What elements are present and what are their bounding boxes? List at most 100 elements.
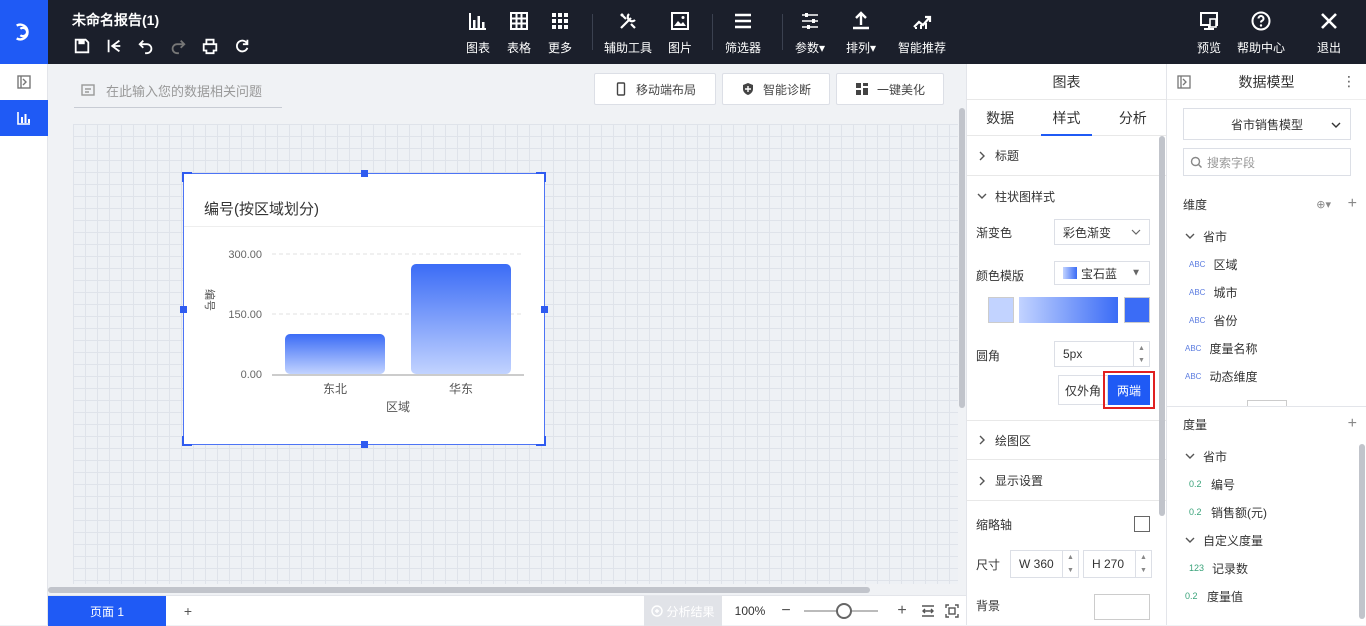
stepper-arrows[interactable]: ▲ ▼ [1135, 551, 1151, 577]
section-title-label: 标题 [995, 149, 1020, 163]
gradient-end-color[interactable] [1124, 297, 1150, 323]
outer-corner-button[interactable]: 仅外角 [1058, 375, 1108, 405]
page-tab[interactable]: 页面 1 [48, 596, 166, 626]
back-to-start-icon[interactable] [102, 36, 126, 56]
stepper-arrows[interactable]: ▲ ▼ [1133, 342, 1149, 366]
app-logo[interactable] [0, 0, 48, 64]
field-item[interactable]: 0.2 编号 [1189, 470, 1235, 498]
field-item[interactable]: ABC 城市 [1189, 278, 1237, 306]
globe-icon[interactable]: ⊕▾ [1316, 198, 1331, 211]
scroll-thumb[interactable] [959, 108, 965, 408]
chart-widget[interactable]: 编号(按区域划分) 0.00 150.00 300.00 东北 华东 区域 编号 [180, 170, 548, 448]
field-item[interactable]: ABC 区域 [1189, 250, 1237, 278]
params-button[interactable]: 参数▾ [795, 10, 825, 56]
measure-group[interactable]: 省市 [1185, 442, 1227, 470]
expand-panel-button[interactable] [0, 64, 48, 100]
custom-measure-group[interactable]: 自定义度量 [1185, 526, 1263, 554]
refresh-icon[interactable] [230, 36, 254, 56]
canvas-grid[interactable]: 编号(按区域划分) 0.00 150.00 300.00 东北 华东 区域 编号 [73, 124, 958, 584]
field-item[interactable]: 123 记录数 [1189, 554, 1248, 582]
canvas-horizontal-scrollbar[interactable] [48, 585, 966, 595]
resize-handle[interactable] [182, 172, 192, 182]
field-name: 编号 [1211, 477, 1236, 492]
palette-select[interactable]: 宝石蓝 ▼ [1054, 261, 1150, 285]
resize-handle[interactable] [182, 436, 192, 446]
model-panel-scrollbar[interactable] [1359, 444, 1365, 619]
field-item[interactable]: 0.2 销售额(元) [1189, 498, 1267, 526]
scroll-thumb[interactable] [48, 587, 870, 593]
exit-button[interactable]: 退出 [1317, 10, 1341, 56]
zoom-out-button[interactable]: − [776, 596, 796, 626]
help-center-button[interactable]: 帮助中心 [1237, 10, 1285, 56]
section-plot-area[interactable]: 绘图区 [967, 420, 1166, 460]
thumb-axis-checkbox[interactable] [1134, 516, 1150, 532]
resize-handle[interactable] [361, 170, 368, 177]
field-item[interactable]: ABC 度量名称 [1185, 334, 1257, 362]
background-color-picker[interactable] [1094, 594, 1150, 620]
style-panel-scrollbar[interactable] [1159, 136, 1165, 516]
filter-button[interactable]: 筛选器 [725, 10, 761, 56]
model-select[interactable]: 省市销售模型 [1183, 108, 1351, 140]
radius-stepper[interactable]: 5px ▲ ▼ [1054, 341, 1150, 367]
more-options-icon[interactable]: ⋮ [1342, 73, 1356, 90]
smart-recommend-button[interactable]: 智能推荐 [898, 10, 946, 56]
mobile-layout-button[interactable]: 移动端布局 [594, 73, 716, 105]
add-dimension-icon[interactable]: + [1348, 195, 1357, 213]
beautify-button[interactable]: 一键美化 [836, 73, 944, 105]
chart-button[interactable]: 图表 [466, 10, 490, 56]
image-button[interactable]: 图片 [668, 10, 692, 56]
fit-screen-icon[interactable] [944, 603, 960, 619]
height-input[interactable]: H 270 ▲ ▼ [1083, 550, 1152, 578]
tab-style[interactable]: 样式 [1033, 100, 1099, 136]
fit-width-icon[interactable] [920, 603, 936, 619]
save-icon[interactable] [70, 36, 94, 56]
dimension-group[interactable]: 省市 [1185, 222, 1227, 250]
gradient-select[interactable]: 彩色渐变 [1054, 219, 1150, 245]
resize-handle[interactable] [536, 436, 546, 446]
field-item[interactable]: 0.2 度量值 [1185, 582, 1243, 610]
thumb-axis-label: 缩略轴 [976, 518, 1013, 532]
section-bar-style[interactable]: 柱状图样式 [967, 176, 1166, 216]
left-strip [0, 64, 48, 625]
field-search-input[interactable]: 搜索字段 [1183, 148, 1351, 176]
preview-button[interactable]: 预览 [1197, 10, 1221, 56]
assist-tools-button[interactable]: 辅助工具 [604, 10, 652, 56]
undo-icon[interactable] [134, 36, 158, 56]
section-display[interactable]: 显示设置 [967, 461, 1166, 501]
table-button[interactable]: 表格 [507, 10, 531, 56]
field-name: 度量名称 [1209, 341, 1258, 356]
resize-handle[interactable] [536, 172, 546, 182]
chart-panel-button[interactable] [0, 100, 48, 136]
print-icon[interactable] [198, 36, 222, 56]
zoom-slider-handle[interactable] [836, 603, 852, 619]
resize-handle[interactable] [361, 441, 368, 448]
smart-diagnosis-button[interactable]: 智能诊断 [722, 73, 830, 105]
panel-expand-icon [17, 75, 31, 89]
sort-button[interactable]: 排列▾ [846, 10, 876, 56]
more-button[interactable]: 更多 [548, 10, 572, 56]
panel-collapse-icon[interactable] [1177, 75, 1191, 89]
analysis-icon [651, 605, 664, 617]
question-input[interactable]: 在此输入您的数据相关问题 [74, 74, 282, 108]
gradient-start-color[interactable] [988, 297, 1014, 323]
bar-chart-icon [17, 112, 30, 125]
resize-handle[interactable] [541, 306, 548, 313]
both-ends-button[interactable]: 两端 [1108, 375, 1150, 405]
tab-analysis[interactable]: 分析 [1100, 100, 1166, 135]
redo-icon[interactable] [166, 36, 190, 56]
canvas-vertical-scrollbar[interactable] [958, 108, 966, 408]
tab-data[interactable]: 数据 [967, 100, 1033, 135]
zoom-in-button[interactable]: + [892, 596, 912, 626]
toolbar-divider [712, 14, 713, 50]
section-title[interactable]: 标题 [967, 136, 1166, 176]
stepper-arrows[interactable]: ▲ ▼ [1062, 551, 1078, 577]
field-item[interactable]: ABC 动态维度 [1185, 362, 1257, 390]
field-item[interactable]: ABC 省份 [1189, 306, 1237, 334]
width-input[interactable]: W 360 ▲ ▼ [1010, 550, 1079, 578]
resize-handle[interactable] [180, 306, 187, 313]
exit-label: 退出 [1317, 41, 1342, 55]
add-measure-icon[interactable]: + [1348, 415, 1357, 433]
analysis-result-button[interactable]: 分析结果 [644, 596, 722, 626]
add-page-button[interactable]: + [178, 596, 198, 626]
report-title[interactable]: 未命名报告(1) [72, 10, 159, 30]
